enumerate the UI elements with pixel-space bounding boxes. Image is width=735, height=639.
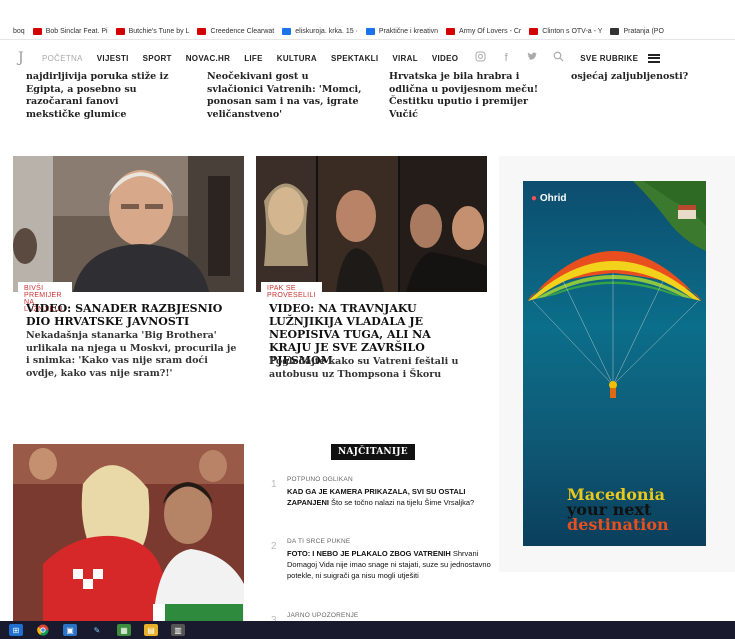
search-icon[interactable] — [550, 51, 566, 65]
bookmark-label: Butchie's Tune by L — [128, 27, 190, 35]
bookmark-label: eliskuroja. krka. 15 · — [295, 27, 358, 35]
most-read-kicker: DA TI SRCE PUKNE — [287, 538, 351, 545]
os-taskbar: ⊞ ▣ ✎ ▦ ▤ ▥ — [0, 621, 735, 639]
ad-brand-line-3: destination — [567, 515, 669, 534]
nav-item-viral[interactable]: VIRAL — [392, 54, 418, 63]
article-summary[interactable]: Pogledajte kako su Vatreni feštali u aut… — [269, 356, 479, 381]
bookmark-favicon-icon — [282, 27, 292, 35]
bookmark-label: Praktične i kreativn — [378, 27, 439, 35]
nav-item-life[interactable]: LIFE — [244, 54, 263, 63]
most-read-rest: Što se točno nalazi na tijelu Šime Vrsal… — [331, 498, 475, 507]
facebook-icon[interactable]: f — [498, 52, 514, 64]
nav-item-kultura[interactable]: KULTURA — [277, 54, 317, 63]
twitter-icon[interactable] — [524, 51, 540, 65]
ad-location: ● Ohrid — [531, 193, 567, 204]
app-icon[interactable]: ▦ — [117, 624, 131, 636]
article-headline[interactable]: VIDEO: SANADER RAZBJESNIO DIO HRVATSKE J… — [26, 302, 236, 328]
bookmark-favicon-icon — [365, 27, 375, 35]
most-read-kicker: POTPUNO OGLIKAN — [287, 476, 353, 483]
most-read-text[interactable]: FOTO: I NEBO JE PLAKALO ZBOG VATRENIH Sh… — [287, 548, 492, 581]
nav-home[interactable]: POČETNA — [42, 54, 83, 63]
bookmark-item[interactable]: boq — [0, 27, 25, 35]
article-snippet[interactable]: osjećaj zaljubljenosti? — [571, 71, 721, 84]
bookmark-item[interactable]: eliskuroja. krka. 15 · — [282, 27, 358, 35]
nav-item-sport[interactable]: SPORT — [143, 54, 172, 63]
bookmark-label: Pratanja (PO — [623, 27, 664, 35]
pin-icon: ● — [531, 193, 538, 204]
article-photo[interactable] — [256, 156, 487, 292]
bookmark-label: boq — [13, 27, 25, 35]
article-photo[interactable] — [13, 444, 244, 621]
most-read-item[interactable]: 2 DA TI SRCE PUKNE FOTO: I NEBO JE PLAKA… — [271, 538, 496, 598]
bookmark-favicon-icon — [197, 27, 207, 35]
site-logo[interactable]: J — [18, 50, 36, 66]
nav-item-spektakli[interactable]: SPEKTAKLI — [331, 54, 378, 63]
most-read-kicker: JARNO UPOZORENJE — [287, 612, 359, 619]
photos-icon[interactable]: ▣ — [63, 624, 77, 636]
bookmark-favicon-icon — [446, 27, 456, 35]
article-photo[interactable] — [13, 156, 244, 292]
windows-start-icon[interactable]: ⊞ — [9, 624, 23, 636]
calculator-icon[interactable]: ▥ — [171, 624, 185, 636]
bookmark-label: Army Of Lovers - Cr — [459, 27, 522, 35]
bookmarks-row: boq Bob Sinclar Feat. Pi Butchie's Tune by… — [0, 24, 672, 38]
ad-location-label: Ohrid — [539, 193, 567, 204]
chrome-icon[interactable] — [36, 624, 50, 636]
bookmark-label: Bob Sinclar Feat. Pi — [45, 27, 108, 35]
nav-item-video[interactable]: VIDEO — [432, 54, 458, 63]
article-summary[interactable]: Nekadašnja stanarka 'Big Brothera' urlik… — [26, 330, 241, 380]
bookmark-label: Clinton s OTV-a - Y — [542, 27, 603, 35]
bookmark-favicon-icon — [610, 27, 620, 35]
most-read-title: NAJČITANIJE — [331, 444, 415, 460]
nav-item-vijesti[interactable]: VIJESTI — [97, 54, 129, 63]
bookmark-item[interactable]: Butchie's Tune by L — [115, 27, 190, 35]
bookmark-item[interactable]: Bob Sinclar Feat. Pi — [32, 27, 108, 35]
most-read-item[interactable]: 1 POTPUNO OGLIKAN KAD GA JE KAMERA PRIKA… — [271, 476, 496, 526]
bookmark-favicon-icon — [32, 27, 42, 35]
all-sections-link[interactable]: SVE RUBRIKE — [580, 54, 638, 63]
bookmark-item[interactable]: Pratanja (PO — [610, 27, 664, 35]
bookmark-favicon-icon — [115, 27, 125, 35]
advertisement-banner[interactable]: ● Ohrid Macedonia your next destination — [523, 181, 706, 546]
menu-icon[interactable] — [648, 53, 661, 63]
site-navigation: J POČETNA VIJESTI SPORT NOVAC.HR LIFE KU… — [0, 44, 735, 72]
most-read-number: 2 — [271, 541, 277, 552]
files-icon[interactable]: ▤ — [144, 624, 158, 636]
article-snippet[interactable]: Neočekivani gost u svlačionici Vatrenih:… — [207, 71, 367, 121]
ad-brand: Macedonia your next destination — [567, 487, 669, 534]
bookmark-favicon-icon — [529, 27, 539, 35]
bookmark-item[interactable]: Creedence Clearwat — [197, 27, 275, 35]
most-read-text[interactable]: KAD GA JE KAMERA PRIKAZALA, SVI SU OSTAL… — [287, 486, 492, 508]
bookmark-item[interactable]: Clinton s OTV-a - Y — [529, 27, 603, 35]
most-read-headline: FOTO: I NEBO JE PLAKALO ZBOG VATRENIH — [287, 549, 451, 558]
article-kicker: IPAK SE PROVESELILI — [261, 282, 322, 302]
article-snippet[interactable]: Hrvatska je bila hrabra i odlična u povi… — [389, 71, 539, 121]
bookmark-label: Creedence Clearwat — [210, 27, 275, 35]
bookmark-item[interactable]: Army Of Lovers - Cr — [446, 27, 522, 35]
instagram-icon[interactable] — [472, 51, 488, 65]
article-snippet[interactable]: najdirljivija poruka stiže iz Egipta, a … — [26, 71, 176, 121]
most-read-number: 1 — [271, 479, 277, 490]
bookmarks-bar: boq Bob Sinclar Feat. Pi Butchie's Tune by… — [0, 0, 735, 40]
bookmark-item[interactable]: Praktične i kreativn — [365, 27, 439, 35]
nav-item-novac[interactable]: NOVAC.HR — [186, 54, 230, 63]
paint-icon[interactable]: ✎ — [90, 624, 104, 636]
bookmark-favicon-icon — [0, 27, 9, 35]
